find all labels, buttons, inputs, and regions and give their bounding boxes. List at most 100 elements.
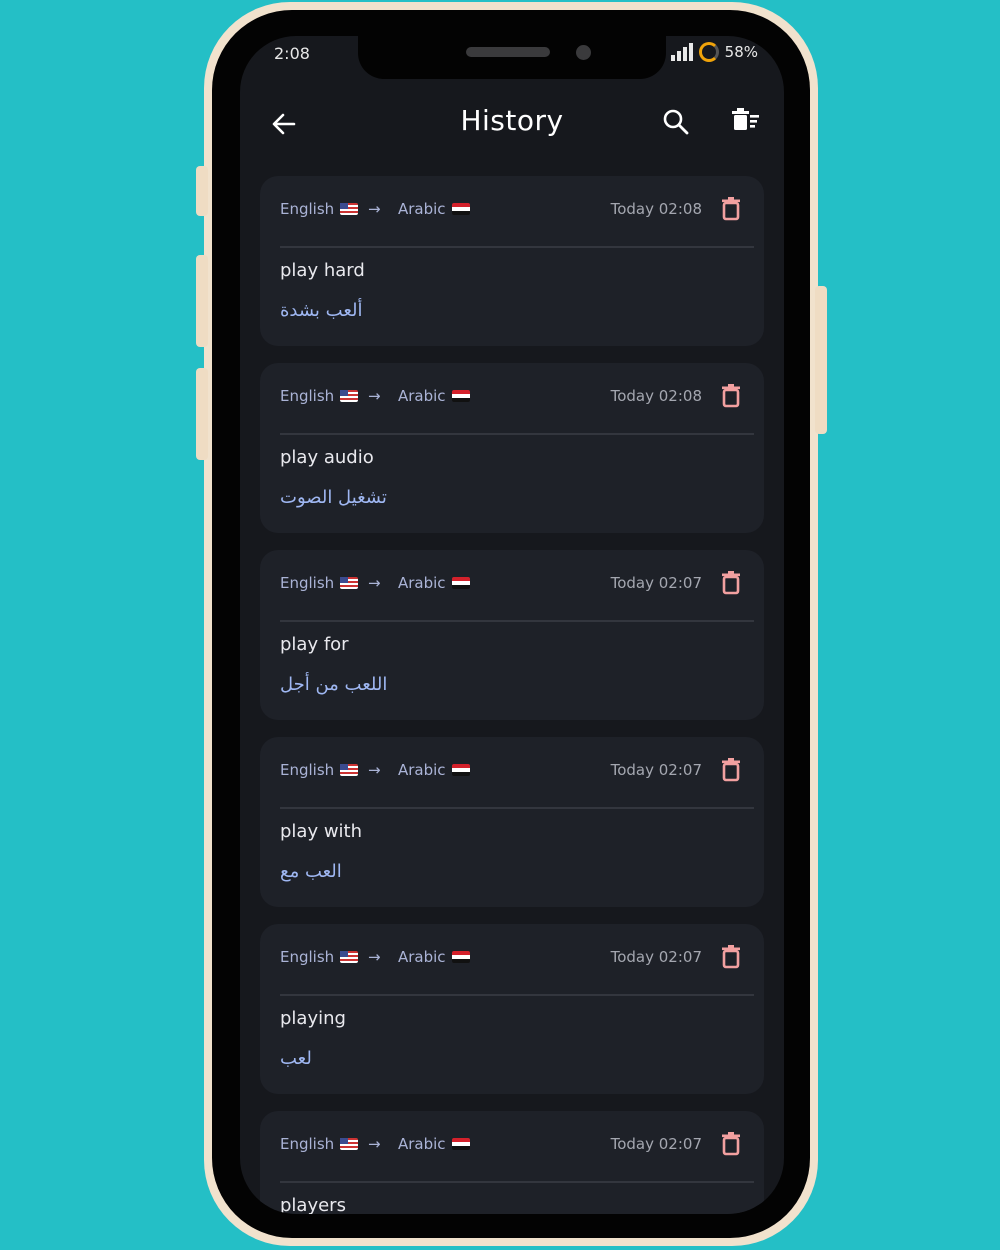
power-button [815, 286, 827, 434]
entry-date: Today 02:07 [610, 761, 702, 779]
page-title: History [460, 104, 564, 137]
target-language: Arabic [398, 574, 470, 592]
entry-date: Today 02:07 [610, 948, 702, 966]
egypt-flag-icon [451, 764, 470, 776]
source-text: play with [280, 821, 363, 842]
volume-down-button [196, 368, 208, 460]
card-divider [280, 807, 754, 809]
source-language-label: English [280, 948, 335, 966]
trash-icon [722, 945, 740, 969]
direction-arrow: → [368, 200, 381, 218]
trash-icon [722, 571, 740, 595]
target-language: Arabic [398, 1135, 470, 1153]
us-flag-icon [340, 1138, 359, 1150]
card-header: English → Arabic Today 02:07 [280, 1132, 754, 1159]
app-bar: History [240, 96, 784, 152]
direction-arrow: → [368, 574, 381, 592]
egypt-flag-icon [451, 951, 470, 963]
source-text: players [280, 1195, 346, 1214]
target-language: Arabic [398, 948, 470, 966]
trash-icon [722, 758, 740, 782]
target-language-label: Arabic [398, 574, 446, 592]
target-language-label: Arabic [398, 200, 446, 218]
source-text: playing [280, 1008, 346, 1029]
target-language-label: Arabic [398, 387, 446, 405]
clear-history-button[interactable] [728, 104, 764, 140]
status-indicators: 58% [670, 42, 758, 62]
delete-entry-button[interactable] [720, 944, 742, 970]
signal-icon [670, 43, 693, 61]
direction-arrow: → [368, 948, 381, 966]
battery-percent: 58% [724, 43, 758, 61]
card-header: English → Arabic Today 02:08 [280, 384, 754, 411]
direction-arrow: → [368, 387, 381, 405]
source-text: play audio [280, 447, 374, 468]
history-card[interactable]: English → Arabic Today 02:07 play for ال… [260, 550, 764, 720]
card-header: English → Arabic Today 02:07 [280, 945, 754, 972]
source-language-label: English [280, 1135, 335, 1153]
card-divider [280, 246, 754, 248]
history-card[interactable]: English → Arabic Today 02:07 players [260, 1111, 764, 1214]
delete-entry-button[interactable] [720, 196, 742, 222]
speaker [466, 47, 550, 57]
source-language: English [280, 200, 359, 218]
egypt-flag-icon [451, 577, 470, 589]
entry-date: Today 02:07 [610, 574, 702, 592]
source-text: play hard [280, 260, 365, 281]
source-language: English [280, 387, 359, 405]
us-flag-icon [340, 390, 359, 402]
egypt-flag-icon [451, 203, 470, 215]
source-language-label: English [280, 200, 335, 218]
translation-text: العب مع [280, 861, 342, 882]
history-list: English → Arabic Today 02:08 play hard أ… [260, 176, 764, 1214]
delete-entry-button[interactable] [720, 1131, 742, 1157]
source-language-label: English [280, 387, 335, 405]
source-language-label: English [280, 761, 335, 779]
entry-date: Today 02:08 [610, 200, 702, 218]
translation-text: اللعب من أجل [280, 674, 388, 695]
entry-date: Today 02:08 [610, 387, 702, 405]
volume-up-button [196, 255, 208, 347]
history-card[interactable]: English → Arabic Today 02:07 playing لعب [260, 924, 764, 1094]
target-language: Arabic [398, 200, 470, 218]
history-card[interactable]: English → Arabic Today 02:08 play hard أ… [260, 176, 764, 346]
trash-icon [722, 1132, 740, 1156]
history-card[interactable]: English → Arabic Today 02:08 play audio … [260, 363, 764, 533]
screen: 2:08 58% History English → Arabic Today … [240, 36, 784, 1214]
battery-icon [698, 42, 719, 62]
us-flag-icon [340, 577, 359, 589]
direction-arrow: → [368, 761, 381, 779]
us-flag-icon [340, 764, 359, 776]
delete-sweep-icon [732, 108, 759, 130]
delete-entry-button[interactable] [720, 383, 742, 409]
us-flag-icon [340, 203, 359, 215]
source-language-label: English [280, 574, 335, 592]
delete-entry-button[interactable] [720, 570, 742, 596]
trash-icon [722, 197, 740, 221]
history-card[interactable]: English → Arabic Today 02:07 play with ا… [260, 737, 764, 907]
notch [358, 36, 666, 79]
card-divider [280, 1181, 754, 1183]
target-language-label: Arabic [398, 1135, 446, 1153]
delete-entry-button[interactable] [720, 757, 742, 783]
front-camera [576, 45, 591, 60]
source-language: English [280, 948, 359, 966]
card-header: English → Arabic Today 02:08 [280, 197, 754, 224]
target-language: Arabic [398, 761, 470, 779]
card-divider [280, 994, 754, 996]
search-icon [663, 109, 689, 135]
search-button[interactable] [658, 104, 694, 140]
card-header: English → Arabic Today 02:07 [280, 571, 754, 598]
translation-text: ألعب بشدة [280, 300, 363, 321]
source-language: English [280, 761, 359, 779]
target-language: Arabic [398, 387, 470, 405]
status-time: 2:08 [274, 44, 310, 63]
source-language: English [280, 1135, 359, 1153]
us-flag-icon [340, 951, 359, 963]
trash-icon [722, 384, 740, 408]
translation-text: لعب [280, 1048, 312, 1069]
target-language-label: Arabic [398, 948, 446, 966]
card-divider [280, 620, 754, 622]
source-text: play for [280, 634, 349, 655]
card-header: English → Arabic Today 02:07 [280, 758, 754, 785]
